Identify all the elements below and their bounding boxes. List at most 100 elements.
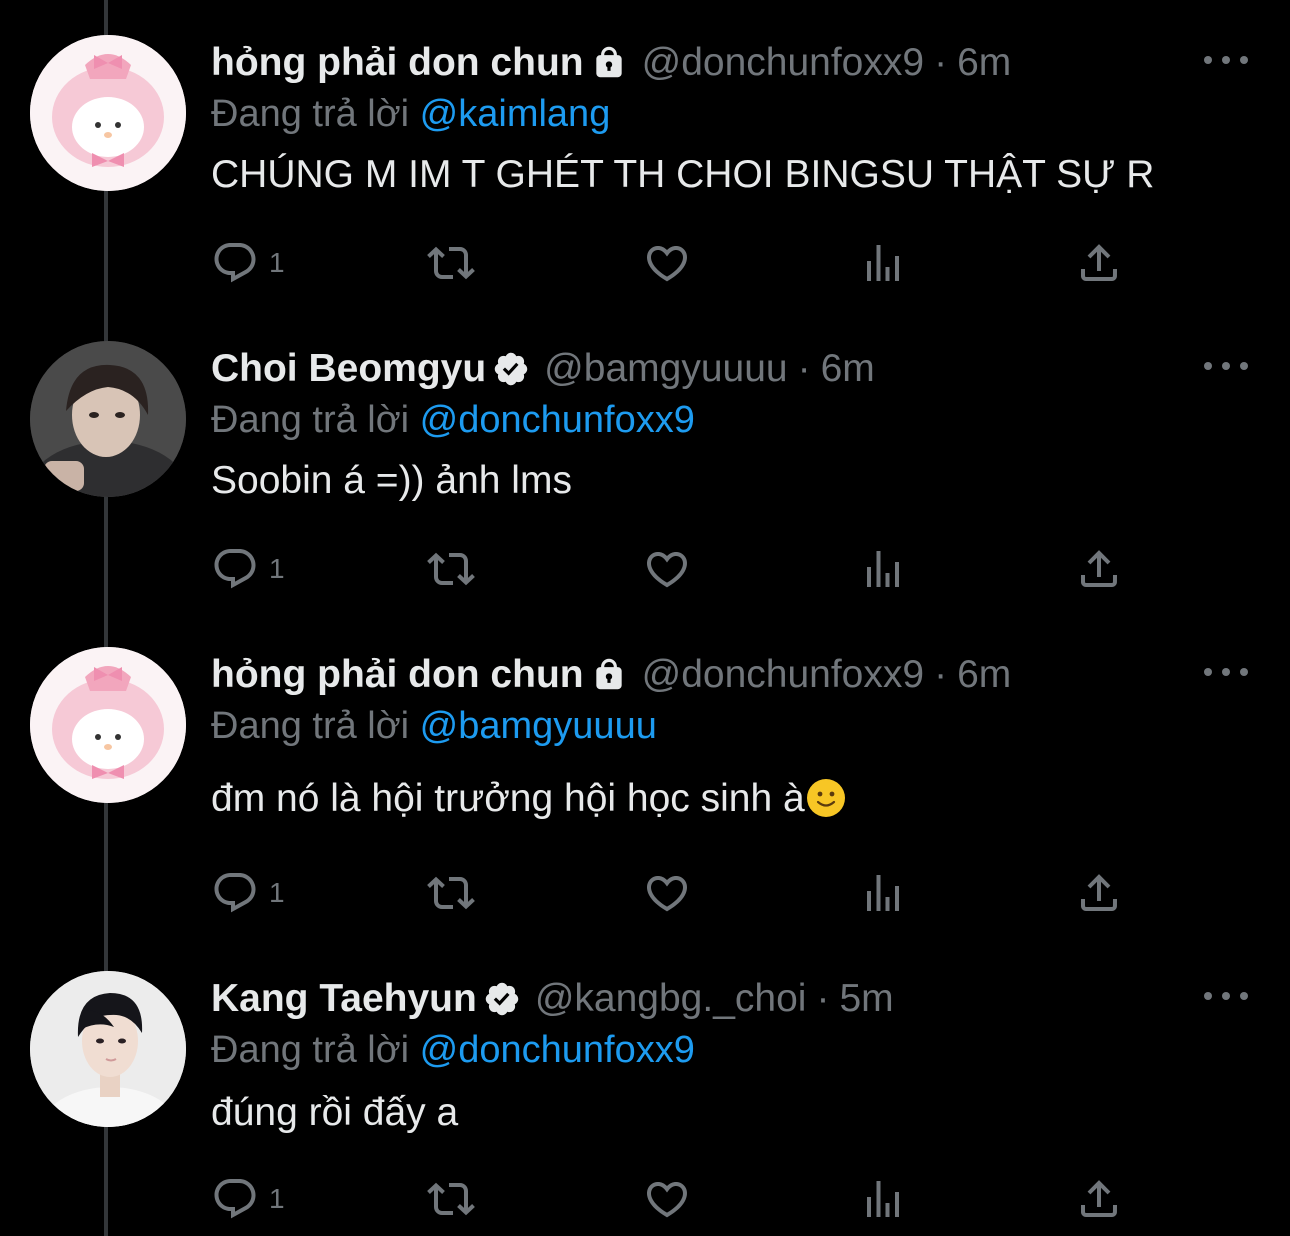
display-name[interactable]: hỏng phải don chun [211, 653, 584, 697]
mention-link[interactable]: @bamgyuuuu [420, 705, 657, 747]
handle[interactable]: @bamgyuuuu [544, 347, 787, 391]
share-icon [1081, 244, 1117, 281]
analytics-icon [867, 875, 899, 911]
replying-to: Đang trả lời @kaimlang [211, 93, 610, 136]
reply-count: 1 [269, 1183, 285, 1214]
more-options-icon[interactable] [1204, 981, 1248, 1011]
avatar[interactable] [30, 35, 186, 191]
analytics-button[interactable] [859, 1173, 907, 1225]
replying-to: Đang trả lời @donchunfoxx9 [211, 399, 695, 442]
verified-icon [492, 350, 530, 388]
reply-icon [214, 873, 256, 913]
reply-icon [214, 549, 256, 589]
action-bar: 1 [211, 1173, 1131, 1225]
mention-link[interactable]: @donchunfoxx9 [420, 1029, 695, 1071]
lock-icon [590, 44, 628, 82]
verified-icon [483, 980, 521, 1018]
retweet-button[interactable] [427, 543, 475, 595]
my-melody-avatar-image [30, 647, 186, 803]
reply-icon [214, 1179, 256, 1219]
analytics-icon [867, 1181, 899, 1217]
like-button[interactable] [643, 1173, 691, 1225]
analytics-button[interactable] [859, 543, 907, 595]
handle[interactable]: @donchunfoxx9 [642, 41, 924, 85]
analytics-button[interactable] [859, 237, 907, 289]
profile-photo-image [30, 971, 186, 1127]
action-bar: 1 [211, 867, 1131, 919]
retweet-icon [427, 1182, 475, 1216]
timestamp[interactable]: 6m [957, 653, 1011, 697]
handle[interactable]: @kangbg._choi [535, 977, 807, 1021]
like-button[interactable] [643, 543, 691, 595]
like-button[interactable] [643, 237, 691, 289]
replying-to: Đang trả lời @bamgyuuuu [211, 705, 657, 748]
handle[interactable]: @donchunfoxx9 [642, 653, 924, 697]
share-button[interactable] [1075, 1173, 1123, 1225]
reply-count: 1 [269, 877, 285, 908]
reply-icon [214, 243, 256, 283]
timestamp[interactable]: 6m [821, 347, 875, 391]
display-name[interactable]: Choi Beomgyu [211, 347, 486, 391]
reply-button[interactable]: 1 [211, 1173, 285, 1225]
replying-prefix: Đang trả lời [211, 93, 410, 135]
tweet-text: Soobin á =)) ảnh lms [211, 459, 572, 502]
replying-prefix: Đang trả lời [211, 705, 410, 747]
heart-icon [646, 552, 688, 588]
action-bar: 1 [211, 237, 1131, 289]
timestamp[interactable]: 5m [839, 977, 893, 1021]
heart-icon [646, 246, 688, 282]
separator-dot: · [934, 653, 948, 696]
share-icon [1081, 1180, 1117, 1217]
replying-prefix: Đang trả lời [211, 1029, 410, 1071]
analytics-icon [867, 551, 899, 587]
reply-button[interactable]: 1 [211, 543, 285, 595]
retweet-icon [427, 552, 475, 586]
share-icon [1081, 874, 1117, 911]
avatar[interactable] [30, 647, 186, 803]
analytics-icon [867, 245, 899, 281]
reply-button[interactable]: 1 [211, 867, 285, 919]
retweet-button[interactable] [427, 237, 475, 289]
tweet-text: đm nó là hội trưởng hội học sinh à [211, 777, 805, 820]
display-name[interactable]: Kang Taehyun [211, 977, 477, 1021]
share-button[interactable] [1075, 237, 1123, 289]
mention-link[interactable]: @kaimlang [420, 93, 611, 135]
replying-to: Đang trả lời @donchunfoxx9 [211, 1029, 695, 1072]
heart-icon [646, 876, 688, 912]
timestamp[interactable]: 6m [957, 41, 1011, 85]
display-name[interactable]: hỏng phải don chun [211, 41, 584, 85]
separator-dot: · [934, 41, 948, 84]
reply-button[interactable]: 1 [211, 237, 285, 289]
more-options-icon[interactable] [1204, 351, 1248, 381]
retweet-button[interactable] [427, 1173, 475, 1225]
like-button[interactable] [643, 867, 691, 919]
reply-count: 1 [269, 553, 285, 584]
retweet-icon [427, 246, 475, 280]
tweet-text: CHÚNG M IM T GHÉT TH CHOI BINGSU THẬT SỰ… [211, 153, 1155, 196]
more-options-icon[interactable] [1204, 45, 1248, 75]
avatar[interactable] [30, 341, 186, 497]
avatar[interactable] [30, 971, 186, 1127]
my-melody-avatar-image [30, 35, 186, 191]
tweet-header: hỏng phải don chun @donchunfoxx9 · 6m [211, 647, 1011, 703]
reply-count: 1 [269, 247, 285, 278]
slightly-smiling-face-emoji [806, 779, 845, 817]
separator-dot: · [797, 347, 811, 390]
heart-icon [646, 1182, 688, 1218]
share-button[interactable] [1075, 867, 1123, 919]
retweet-button[interactable] [427, 867, 475, 919]
tweet-text: đúng rồi đấy a [211, 1091, 459, 1134]
retweet-icon [427, 876, 475, 910]
replying-prefix: Đang trả lời [211, 399, 410, 441]
lock-icon [590, 656, 628, 694]
tweet-header: hỏng phải don chun @donchunfoxx9 · 6m [211, 35, 1011, 91]
analytics-button[interactable] [859, 867, 907, 919]
separator-dot: · [816, 977, 830, 1020]
action-bar: 1 [211, 543, 1131, 595]
tweet-header: Kang Taehyun @kangbg._choi · 5m [211, 971, 894, 1027]
share-button[interactable] [1075, 543, 1123, 595]
more-options-icon[interactable] [1204, 657, 1248, 687]
mention-link[interactable]: @donchunfoxx9 [420, 399, 695, 441]
tweet-header: Choi Beomgyu @bamgyuuuu · 6m [211, 341, 875, 397]
tweet-text-container: đm nó là hội trưởng hội học sinh à [211, 777, 845, 821]
